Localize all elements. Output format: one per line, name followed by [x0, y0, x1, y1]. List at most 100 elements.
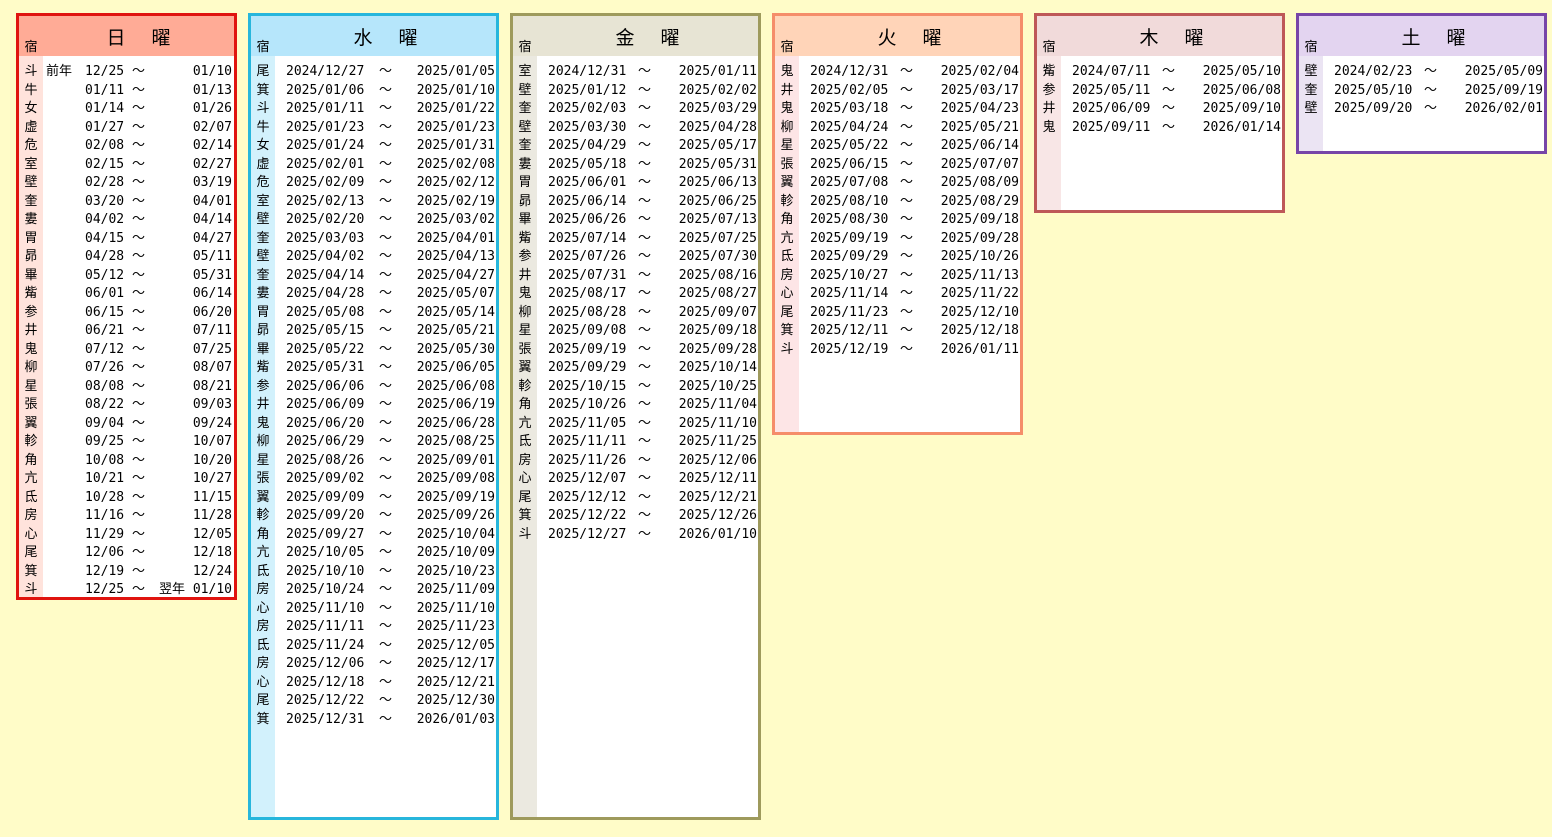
start-date: 2025/09/27	[286, 526, 365, 542]
start-date: 2025/06/14	[548, 193, 627, 209]
start-date: 2025/05/22	[810, 138, 889, 153]
mansion-cell: 婁	[24, 212, 38, 227]
mansion-cell: 柳	[518, 304, 532, 320]
start-date: 2025/07/08	[810, 175, 889, 190]
start-date: 2025/08/17	[548, 286, 627, 301]
start-date: 01/14 〜	[85, 101, 145, 116]
tilde-separator: 〜	[638, 119, 652, 135]
end-date: 05/11	[192, 249, 232, 264]
mansion-cell: 觜	[256, 360, 270, 375]
table-row: 井 06/21 〜 07/11	[19, 322, 234, 341]
tilde-separator: 〜	[638, 341, 652, 357]
end-date: 2025/02/08	[416, 156, 495, 172]
mansion-cell: 張	[518, 341, 532, 357]
mansion-cell: 房	[256, 656, 270, 671]
end-date: 2025/10/14	[678, 360, 757, 375]
end-date: 01/26	[192, 101, 232, 116]
end-date: 2025/06/08	[416, 378, 495, 394]
mansion-cell: 井	[780, 82, 794, 98]
start-date: 2025/12/19	[810, 341, 889, 357]
tilde-separator: 〜	[638, 138, 652, 153]
start-date: 2025/06/26	[548, 212, 627, 227]
mansion-cell: 壁	[256, 212, 270, 227]
table-row: 井 2025/02/05 〜 2025/03/17	[775, 82, 1020, 101]
mansion-cell: 奎	[518, 101, 532, 116]
start-date: 11/16 〜	[85, 508, 145, 523]
tilde-separator: 〜	[638, 249, 652, 264]
tilde-separator: 〜	[379, 323, 393, 338]
end-date: 2025/09/19	[416, 489, 495, 505]
start-date: 2025/02/09	[286, 175, 365, 190]
tilde-separator: 〜	[638, 64, 652, 79]
tilde-separator: 〜	[900, 341, 914, 357]
start-date: 2025/07/26	[548, 249, 627, 264]
mansion-cell: 鬼	[780, 64, 794, 79]
start-date: 08/22 〜	[85, 397, 145, 412]
mansion-cell: 牛	[256, 119, 270, 135]
mansion-cell: 亢	[256, 545, 270, 560]
tilde-separator: 〜	[379, 711, 393, 727]
mansion-cell: 箕	[256, 82, 270, 98]
tilde-separator: 〜	[638, 304, 652, 320]
start-date: 2025/02/03	[548, 101, 627, 116]
mansion-cell: 室	[518, 64, 532, 79]
table-row: 氐 2025/11/24 〜 2025/12/05	[251, 637, 496, 656]
tilde-separator: 〜	[379, 212, 393, 227]
end-date: 2026/01/14	[1202, 119, 1281, 135]
panel-title: 木曜	[1139, 27, 1230, 49]
end-date: 翌年 01/10	[159, 582, 232, 597]
start-date: 2025/05/22	[286, 341, 365, 357]
start-date: 05/12 〜	[85, 267, 145, 283]
start-date: 2025/12/22	[286, 693, 365, 708]
thursday-panel: 木曜 宿 觜 2024/07/11 〜 2025/05/10 参 2025/05/11 〜 2…	[1034, 13, 1285, 213]
table-row: 斗 2025/01/11 〜 2025/01/22	[251, 100, 496, 119]
mansion-cell: 婁	[518, 156, 532, 172]
end-date: 2025/06/05	[416, 360, 495, 375]
table-row: 井 2025/06/09 〜 2025/09/10	[1037, 100, 1282, 119]
mansion-cell: 壁	[24, 175, 38, 190]
end-date: 2025/11/10	[678, 415, 757, 431]
table-row: 斗 2025/12/19 〜 2026/01/11	[775, 341, 1020, 360]
start-date: 2025/09/11	[1072, 119, 1151, 135]
end-date: 05/31	[192, 267, 232, 283]
end-date: 2025/09/18	[678, 323, 757, 338]
mansion-cell: 危	[24, 138, 38, 153]
friday-panel: 金曜 宿 室 2024/12/31 〜 2025/01/11 壁 2025/01/12 〜 2…	[510, 13, 761, 820]
end-date: 2025/05/21	[940, 119, 1019, 135]
tilde-separator: 〜	[379, 175, 393, 190]
table-row: 婁 2025/04/28 〜 2025/05/07	[251, 285, 496, 304]
start-date: 2025/06/20	[286, 415, 365, 431]
start-date: 2025/04/24	[810, 119, 889, 135]
start-date: 2025/09/19	[810, 230, 889, 246]
table-row: 心 2025/11/10 〜 2025/11/10	[251, 600, 496, 619]
mansion-column-label: 宿	[1304, 40, 1318, 55]
saturday-panel: 土曜 宿 壁 2024/02/23 〜 2025/05/09 奎 2025/05/10 〜 2…	[1296, 13, 1547, 154]
table-row: 氐 2025/09/29 〜 2025/10/26	[775, 248, 1020, 267]
end-date: 2025/01/22	[416, 101, 495, 116]
table-row: 奎 2025/04/14 〜 2025/04/27	[251, 267, 496, 286]
table-row: 危 02/08 〜 02/14	[19, 137, 234, 156]
end-date: 2026/02/01	[1464, 101, 1543, 116]
table-row: 角 2025/09/27 〜 2025/10/04	[251, 526, 496, 545]
mansion-cell: 斗	[518, 526, 532, 542]
tilde-separator: 〜	[379, 600, 393, 616]
start-date: 2024/12/31	[810, 64, 889, 79]
tilde-separator: 〜	[379, 267, 393, 283]
end-date: 2025/06/25	[678, 193, 757, 209]
end-date: 2025/12/21	[678, 489, 757, 505]
start-date: 2025/08/10	[810, 193, 889, 209]
table-row: 亢 2025/09/19 〜 2025/09/28	[775, 230, 1020, 249]
table-row: 室 2025/02/13 〜 2025/02/19	[251, 193, 496, 212]
table-row: 亢 2025/11/05 〜 2025/11/10	[513, 415, 758, 434]
mansion-cell: 柳	[780, 119, 794, 135]
mansion-cell: 亢	[24, 471, 38, 486]
start-date: 12/19 〜	[85, 563, 145, 579]
tilde-separator: 〜	[379, 230, 393, 246]
table-row: 奎 03/20 〜 04/01	[19, 193, 234, 212]
table-row: 昴 04/28 〜 05/11	[19, 248, 234, 267]
end-date: 2025/11/22	[940, 286, 1019, 301]
start-date: 2025/09/20	[286, 508, 365, 523]
start-date: 04/02 〜	[85, 212, 145, 227]
table-row: 昴 2025/06/14 〜 2025/06/25	[513, 193, 758, 212]
tilde-separator: 〜	[1424, 64, 1438, 79]
